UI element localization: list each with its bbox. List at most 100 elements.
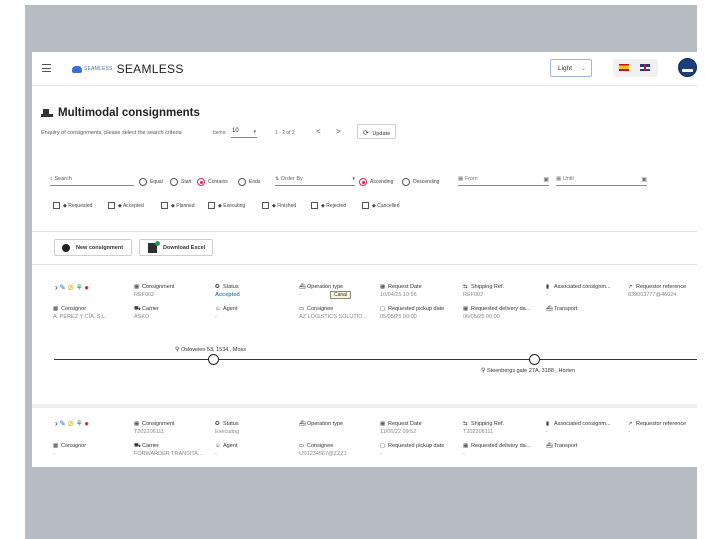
- checkbox-requested-label: ◆ Requested: [63, 203, 93, 209]
- status-label: ✪ Status: [215, 421, 239, 427]
- new-consignment-button[interactable]: New consignment: [54, 239, 132, 256]
- checkbox-finished-label: ◆ Finished: [272, 203, 297, 209]
- calendar-picker-icon[interactable]: ▣: [543, 176, 549, 183]
- brand-small-text: SEAMLESS: [84, 66, 113, 72]
- hierarchy-icon[interactable]: ⚘: [76, 420, 83, 428]
- consignee-label: ▭ Consignee: [299, 306, 334, 312]
- map-pin-icon: ⚲: [175, 347, 180, 353]
- chevron-down-icon: ▾: [253, 129, 256, 135]
- shipping-ref-value: T202206111: [463, 429, 494, 435]
- transport-label: ⛴Transport: [546, 306, 578, 312]
- destination-address: ⚲ Steenbergs gate 27A, 3188 , Horten: [481, 368, 575, 374]
- radio-contains[interactable]: [197, 178, 205, 186]
- delivery-date-value: 06/05/25 00:00: [463, 314, 500, 320]
- hierarchy-icon[interactable]: ⚘: [76, 284, 83, 292]
- brand-name: SEAMLESS: [116, 62, 184, 76]
- consignment-label: ▦ Consignment: [134, 421, 175, 427]
- from-placeholder: From: [464, 176, 478, 182]
- uk-flag-icon[interactable]: [640, 64, 650, 71]
- map-pin-icon[interactable]: ●: [84, 420, 89, 428]
- items-label: Items:: [213, 130, 227, 136]
- search-icon: ⌕: [50, 176, 53, 182]
- radio-descending[interactable]: [402, 178, 410, 186]
- status-label: ✪ Status: [215, 284, 239, 290]
- checkbox-planned-label: ◆ Planned: [171, 203, 195, 209]
- shipping-ref-value: REF002: [463, 292, 484, 298]
- checkbox-accepted[interactable]: [108, 202, 115, 209]
- consignment-label: ▦ Consignment: [134, 284, 175, 290]
- pencil-icon[interactable]: ✎: [59, 420, 66, 428]
- language-switcher: [613, 59, 658, 77]
- consignment-card: › ✎ ⊘ ⚘ ● ▦ Consignment REF002 ✪ Status Ac…: [34, 271, 697, 401]
- delivery-date-value: -: [463, 451, 465, 457]
- shipping-ref-label: ⇆ Shipping Ref.: [463, 284, 505, 290]
- calendar-picker-icon[interactable]: ▣: [641, 176, 647, 183]
- carrier-value: FORWARDER TRANSITA...: [134, 451, 203, 457]
- radio-descending-label: Descending: [413, 179, 440, 185]
- map-pin-icon[interactable]: ●: [84, 284, 89, 292]
- search-input[interactable]: ⌕ Search: [50, 176, 134, 186]
- user-avatar[interactable]: [678, 58, 697, 77]
- checkbox-finished[interactable]: [262, 202, 269, 209]
- requestor-reference-label: ➚ Requestor reference: [628, 284, 687, 290]
- spain-flag-icon[interactable]: [619, 64, 629, 71]
- operation-type-label: ⛴Operation type: [299, 284, 344, 290]
- brand-logo[interactable]: SEAMLESS SEAMLESS: [72, 62, 184, 76]
- update-button[interactable]: ⟳ Update: [357, 124, 396, 139]
- associated-consignment-label: ▮ Associated consignm...: [546, 421, 611, 427]
- items-per-page-select[interactable]: 10 ▾: [231, 128, 257, 138]
- chevron-right-icon[interactable]: ›: [55, 284, 58, 292]
- next-page-button[interactable]: >: [336, 127, 341, 136]
- request-date-value: 11/06/22 09:52: [380, 429, 417, 435]
- checkbox-rejected[interactable]: [311, 202, 318, 209]
- radio-ascending[interactable]: [359, 178, 367, 186]
- ban-icon[interactable]: ⊘: [67, 420, 74, 428]
- previous-page-button[interactable]: <: [316, 127, 321, 136]
- radio-contains-label: Contains: [208, 179, 228, 185]
- operation-tooltip: Canal: [330, 291, 352, 299]
- separator: [32, 264, 697, 265]
- radio-ends[interactable]: [238, 178, 246, 186]
- radio-equal[interactable]: [139, 178, 147, 186]
- associated-consignment-value: -: [546, 429, 548, 435]
- chevron-right-icon[interactable]: ›: [55, 420, 58, 428]
- theme-select[interactable]: Light ⌄: [550, 59, 592, 77]
- plus-circle-icon: [62, 244, 70, 252]
- requestor-reference-value: 839003777@46024: [628, 292, 677, 298]
- operation-type-label: ⛴Operation type: [299, 421, 344, 427]
- search-panel: Multimodal consignments Enquiry of consi…: [32, 87, 697, 232]
- checkbox-requested[interactable]: [53, 202, 60, 209]
- screenshot-frame: SEAMLESS SEAMLESS Light ⌄ Multimodal con…: [25, 5, 697, 539]
- consignee-value: US1234567@ZZZ1: [299, 451, 347, 457]
- until-date-input[interactable]: ▦ Until ▣: [556, 176, 647, 186]
- delivery-date-label: ▦ Requested delivery da...: [463, 443, 531, 449]
- order-by-select[interactable]: ⇅ Order By ▾: [275, 176, 355, 186]
- consignor-value: -: [53, 451, 55, 457]
- checkbox-planned[interactable]: [161, 202, 168, 209]
- items-per-page-value: 10: [232, 128, 239, 134]
- radio-start-label: Start: [181, 179, 192, 185]
- checkbox-executing[interactable]: [208, 202, 215, 209]
- ban-icon[interactable]: ⊘: [67, 284, 74, 292]
- order-by-placeholder: Order By: [280, 176, 303, 182]
- consignment-value: T202206111: [134, 429, 165, 435]
- route-stop-origin[interactable]: [208, 354, 219, 365]
- multimodal-icon: [41, 108, 53, 118]
- from-date-input[interactable]: ▦ From ▣: [458, 176, 549, 186]
- download-excel-button[interactable]: Download Excel: [139, 239, 213, 256]
- associated-consignment-value: -: [546, 292, 548, 298]
- pencil-icon[interactable]: ✎: [59, 284, 66, 292]
- menu-icon[interactable]: [42, 64, 51, 72]
- checkbox-cancelled[interactable]: [362, 202, 369, 209]
- download-excel-label: Download Excel: [163, 245, 206, 251]
- operation-type-value: -: [299, 292, 301, 298]
- top-bar: SEAMLESS SEAMLESS Light ⌄: [32, 52, 697, 86]
- pickup-date-label: ▢ Requested pickup date: [380, 306, 445, 312]
- map-pin-icon: ⚲: [481, 368, 486, 374]
- route-stop-destination[interactable]: [529, 354, 540, 365]
- consignee-value: AZ LOGISTICS SOLUTIO...: [299, 314, 368, 320]
- consignor-value: A. PÉREZ Y CÍA, S.L.: [53, 314, 107, 320]
- radio-ends-label: Ends: [249, 179, 261, 185]
- origin-address: ⚲ Osloveien 53, 1534 , Moss: [175, 347, 247, 353]
- radio-start[interactable]: [170, 178, 178, 186]
